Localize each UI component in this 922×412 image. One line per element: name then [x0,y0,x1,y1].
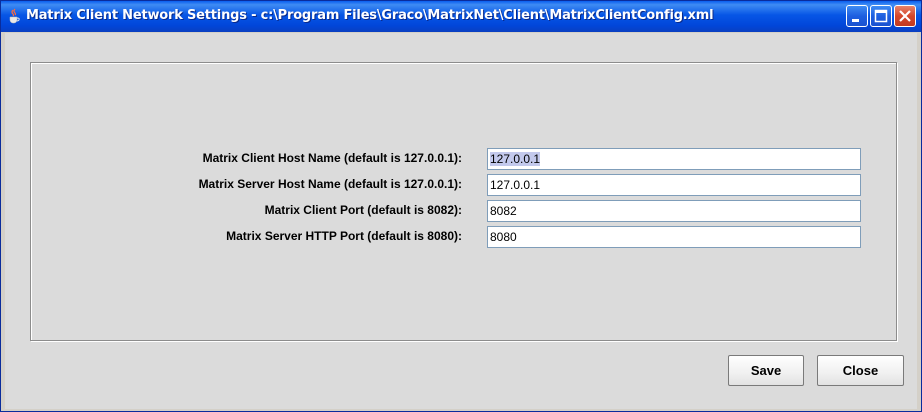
client-host-value: 127.0.0.1 [490,152,541,166]
save-button[interactable]: Save [728,355,804,386]
close-button[interactable]: Close [817,355,904,386]
maximize-button[interactable] [870,5,892,27]
close-icon [899,10,911,22]
client-host-input[interactable]: 127.0.0.1 [487,148,861,170]
minimize-icon [852,19,859,22]
client-port-value: 8082 [490,204,517,218]
window-title: Matrix Client Network Settings - c:\Prog… [26,8,714,23]
maximize-icon [874,9,888,23]
client-host-label: Matrix Client Host Name (default is 127.… [202,151,462,165]
client-port-label: Matrix Client Port (default is 8082): [264,203,462,217]
java-cup-icon [9,8,20,24]
settings-panel: Matrix Client Host Name (default is 127.… [30,62,897,341]
server-host-label: Matrix Server Host Name (default is 127.… [198,177,462,191]
server-http-port-label: Matrix Server HTTP Port (default is 8080… [226,229,462,243]
server-http-port-value: 8080 [490,230,517,244]
server-host-input[interactable]: 127.0.0.1 [487,174,861,196]
server-host-value: 127.0.0.1 [490,178,541,192]
title-bar[interactable]: Matrix Client Network Settings - c:\Prog… [1,1,921,32]
settings-window: Matrix Client Network Settings - c:\Prog… [0,0,922,412]
dialog-content: Matrix Client Host Name (default is 127.… [5,33,917,409]
server-http-port-input[interactable]: 8080 [487,226,861,248]
minimize-button[interactable] [846,5,868,27]
client-port-input[interactable]: 8082 [487,200,861,222]
close-window-button[interactable] [894,5,916,27]
